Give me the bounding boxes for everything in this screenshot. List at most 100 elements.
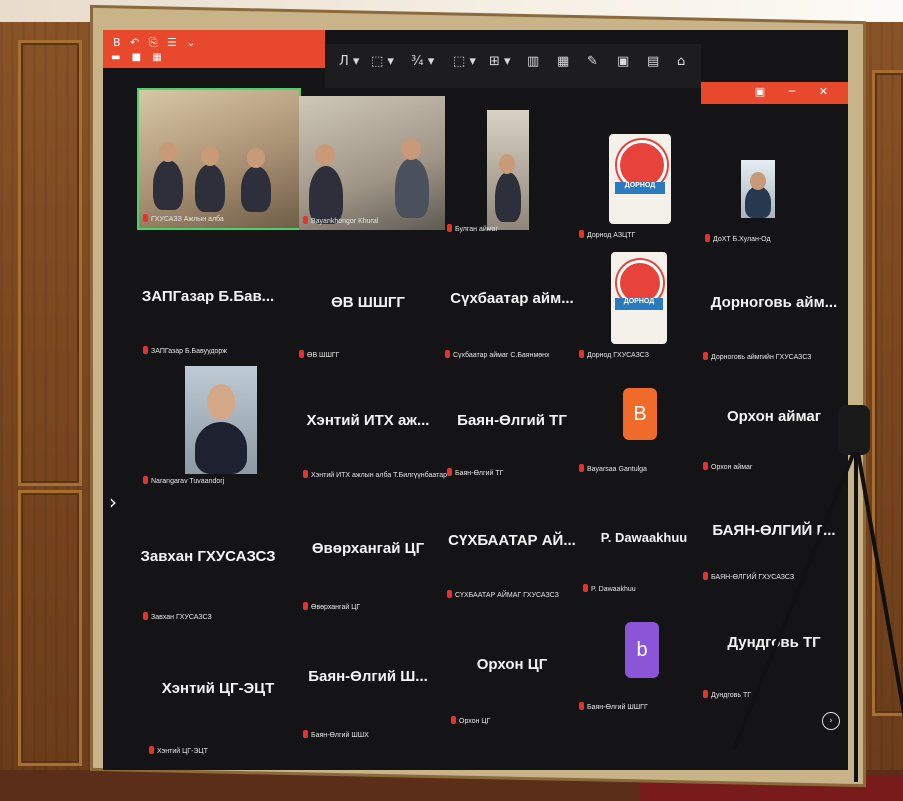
dornod-logo: ДОРНОД <box>611 252 667 344</box>
participant-tile-7[interactable]: Сүхбаатар айм... Сүхбаатар аймаг С.Баянм… <box>437 266 587 366</box>
mic-muted-icon <box>583 584 588 592</box>
participant-tile-9[interactable]: Дорноговь айм... Дорноговь аймгийн ГХУСА… <box>701 272 847 372</box>
tile-label: Баян-Өлгий ШШГГ <box>579 702 648 711</box>
tile-label: Өвөрхангай ЦГ <box>303 602 360 611</box>
video-tile-10[interactable]: Narangarav Tuvaandorj <box>133 366 283 486</box>
mic-muted-icon <box>579 230 584 238</box>
participant-name: Баян-Өлгий Ш... <box>308 668 428 685</box>
mic-muted-icon <box>703 352 708 360</box>
tile-label: ДоХТ Б.Хулан-Од <box>705 234 771 243</box>
participant-tile-14[interactable]: Орхон аймаг Орхон аймаг <box>701 386 847 486</box>
next-page-button[interactable]: › <box>822 712 840 730</box>
mic-muted-icon <box>149 746 154 754</box>
tile-label: Bayankhongor Khural <box>303 216 378 225</box>
previous-page-arrow[interactable]: › <box>109 490 117 514</box>
mic-muted-icon <box>705 234 710 242</box>
quick-access-toolbar: B ↶ ⎘ ☰ ⌄ ▬ ■ ▦ <box>103 30 325 68</box>
mic-muted-icon <box>143 346 148 354</box>
quick-access-icons[interactable]: B ↶ ⎘ ☰ ⌄ <box>113 36 199 50</box>
participant-name: Өвөрхангай ЦГ <box>311 540 425 557</box>
tile-label: Баян-Өлгий ТГ <box>447 468 503 477</box>
participant-name: Орхон аймаг <box>726 408 822 425</box>
mic-muted-icon <box>303 602 308 610</box>
mic-muted-icon <box>143 612 148 620</box>
toolbar-tool-2[interactable]: ¾ ▾ <box>411 54 434 69</box>
tile-label: Дорноговь аймгийн ГХУСАЗСЗ <box>703 352 812 361</box>
tile-label: Narangarav Tuvaandorj <box>143 476 224 485</box>
participant-name: Завхан ГХУСАЗСЗ <box>140 548 276 565</box>
wall-panel-left-lower <box>18 490 82 766</box>
toolbar-tool-4[interactable]: ⊞ ▾ <box>489 54 511 69</box>
participant-tile-24[interactable]: Дундговь ТГ Дундговь ТГ <box>701 618 847 718</box>
tile-label: Дорнод АЗЦТГ <box>579 230 635 239</box>
mic-muted-icon <box>703 462 708 470</box>
video-tile-23[interactable]: b Баян-Өлгий ШШГГ <box>579 622 709 722</box>
participant-name: ЗАПГазар Б.Бав... <box>141 288 275 305</box>
view-mode-icons[interactable]: ▬ ■ ▦ <box>111 52 166 63</box>
toolbar-tool-3[interactable]: ⬚ ▾ <box>453 54 476 69</box>
toolbar-tool-9[interactable]: ▤ <box>647 54 659 69</box>
video-conference-screen: B ↶ ⎘ ☰ ⌄ ▬ ■ ▦ Л ▾ ⬚ ▾ ¾ ▾ ⬚ ▾ ⊞ ▾ ▥ ▦ … <box>103 30 848 770</box>
tile-label: Булган аймаг <box>447 224 498 233</box>
mic-muted-icon <box>703 690 708 698</box>
participant-tile-16[interactable]: Өвөрхангай ЦГ Өвөрхангай ЦГ <box>293 516 443 616</box>
meeting-toolbar: Л ▾ ⬚ ▾ ¾ ▾ ⬚ ▾ ⊞ ▾ ▥ ▦ ✎ ▣ ▤ ⌂ <box>325 44 701 88</box>
mic-muted-icon <box>143 476 148 484</box>
participant-tile-18[interactable]: P. Dawaakhuu P. Dawaakhuu <box>579 510 709 610</box>
tile-label: Дорнод ГХУСАЗСЗ <box>579 350 649 359</box>
participant-tile-6[interactable]: ӨВ ШШГГ ӨВ ШШГГ <box>293 266 443 366</box>
tile-label: P. Dawaakhuu <box>583 584 636 593</box>
window-buttons[interactable]: ▣ ─ ✕ <box>755 85 838 98</box>
mic-muted-icon <box>447 224 452 232</box>
video-tile-0[interactable]: ГХУСАЗЗ Ажлын алба <box>137 88 301 230</box>
toolbar-tool-1[interactable]: ⬚ ▾ <box>371 54 394 69</box>
mic-muted-icon <box>579 464 584 472</box>
participant-name: СҮХБААТАР АЙ... <box>448 532 576 549</box>
toolbar-tool-5[interactable]: ▥ <box>527 54 539 69</box>
mic-muted-icon <box>299 350 304 358</box>
participant-tile-22[interactable]: Орхон ЦГ Орхон ЦГ <box>437 640 587 740</box>
participant-tile-17[interactable]: СҮХБААТАР АЙ... СҮХБААТАР АЙМАГ ГХУСАЗСЗ <box>437 510 587 610</box>
participant-name: Дорноговь айм... <box>710 294 838 311</box>
mic-muted-icon <box>703 572 708 580</box>
avatar: B <box>623 388 657 440</box>
toolbar-tool-7[interactable]: ✎ <box>587 54 598 69</box>
toolbar-tool-0[interactable]: Л ▾ <box>339 54 359 69</box>
toolbar-tool-6[interactable]: ▦ <box>557 54 569 69</box>
tile-label: Баян-Өлгий ШШХ <box>303 730 369 739</box>
participant-tile-15[interactable]: Завхан ГХУСАЗСЗ Завхан ГХУСАЗСЗ <box>133 520 283 630</box>
mic-muted-icon <box>303 470 308 478</box>
participant-name: Хэнтий ЦГ-ЭЦТ <box>161 680 275 697</box>
participant-tile-21[interactable]: Баян-Өлгий Ш... Баян-Өлгий ШШХ <box>293 646 443 746</box>
participant-tile-11[interactable]: Хэнтий ИТХ аж... Хэнтий ИТХ ажлын алба Т… <box>293 386 447 486</box>
mic-muted-icon <box>451 716 456 724</box>
mic-muted-icon <box>303 730 308 738</box>
video-tile-8[interactable]: ДОРНОД Дорнод ГХУСАЗСЗ <box>579 252 709 362</box>
tripod-leg <box>854 452 858 782</box>
dornod-logo: ДОРНОД <box>609 134 671 224</box>
participant-tile-12[interactable]: Баян-Өлгий ТГ Баян-Өлгий ТГ <box>437 386 587 486</box>
window-controls-bar: ▣ ─ ✕ <box>701 82 848 104</box>
participant-name: Хэнтий ИТХ аж... <box>306 412 430 429</box>
video-tile-3[interactable]: ДОРНОД Дорнод АЗЦТГ <box>579 134 709 244</box>
participant-name: P. Dawaakhuu <box>600 530 688 545</box>
participant-name: Баян-Өлгий ТГ <box>457 412 567 429</box>
video-tile-4[interactable]: ДоХТ Б.Хулан-Од <box>701 160 841 250</box>
mic-muted-icon <box>143 214 148 222</box>
participant-name: Орхон ЦГ <box>476 656 548 673</box>
avatar: b <box>625 622 659 678</box>
participant-tile-5[interactable]: ЗАПГазар Б.Бав... ЗАПГазар Б.Бавуудорж <box>133 260 283 360</box>
wall-panel-left <box>18 40 82 486</box>
video-tile-1[interactable]: Bayankhongor Khural <box>299 96 445 230</box>
toolbar-tool-10[interactable]: ⌂ <box>677 54 685 69</box>
mic-muted-icon <box>579 702 584 710</box>
toolbar-tool-8[interactable]: ▣ <box>617 54 629 69</box>
video-tile-2[interactable]: Булган аймаг <box>443 110 563 240</box>
camera <box>838 405 870 455</box>
tile-label: Хэнтий ИТХ ажлын алба Т.Билгүүнбаатар <box>303 470 447 479</box>
video-tile-13[interactable]: B Bayarsaa Gantulga <box>579 382 709 482</box>
participant-name: Сүхбаатар айм... <box>450 290 574 307</box>
mic-muted-icon <box>303 216 308 224</box>
tile-label: Bayarsaa Gantulga <box>579 464 647 473</box>
participant-tile-20[interactable]: Хэнтий ЦГ-ЭЦТ Хэнтий ЦГ-ЭЦТ <box>143 650 293 760</box>
